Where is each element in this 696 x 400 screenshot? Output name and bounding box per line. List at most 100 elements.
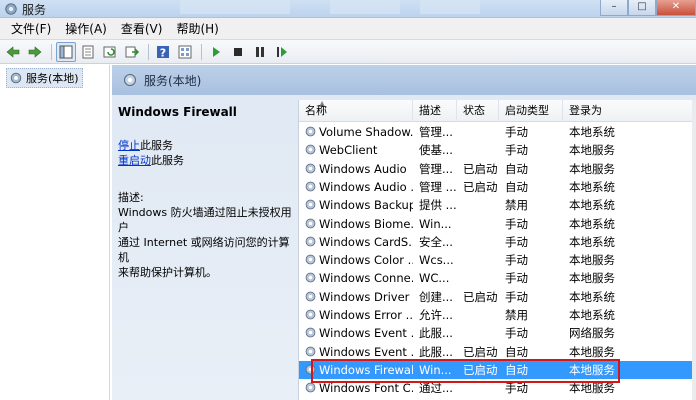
toolbar-separator [148, 43, 149, 60]
tree-node-services-local[interactable]: 服务(本地) [6, 68, 83, 88]
gear-icon [305, 181, 316, 192]
back-icon [6, 45, 20, 58]
minimize-button[interactable]: – [600, 0, 628, 16]
row-name: Windows Audio ... [319, 179, 413, 194]
background-blur [330, 0, 400, 14]
row-log-on-as: 本地服务 [569, 253, 615, 268]
table-row[interactable]: Windows Color ... Wcs... 手动 本地服务 [299, 251, 696, 269]
table-row[interactable]: Windows Biome... Win... 手动 本地系统 [299, 215, 696, 233]
row-startup-type: 自动 [505, 362, 528, 377]
table-row[interactable]: Windows Conne... WC... 手动 本地服务 [299, 269, 696, 287]
export-button[interactable] [122, 42, 142, 62]
row-log-on-as: 本地服务 [569, 344, 615, 359]
column-header-description[interactable]: 描述 [413, 100, 457, 122]
description-line: 通过 Internet 或网络访问您的计算机 [118, 236, 290, 264]
gear-icon [305, 273, 316, 283]
restart-service-link[interactable]: 重启动 [118, 154, 151, 167]
row-name: WebClient [319, 143, 378, 158]
row-startup-type: 手动 [505, 143, 528, 158]
table-row[interactable]: Volume Shadow... 管理... 手动 本地系统 [299, 123, 696, 141]
row-log-on-as: 本地服务 [569, 381, 615, 396]
row-description: 此服... [419, 344, 453, 359]
row-log-on-as: 本地服务 [569, 271, 615, 286]
row-log-on-as: 本地系统 [569, 179, 615, 194]
row-description: 管理 ... [419, 179, 457, 194]
row-description: WC... [419, 271, 450, 286]
row-description: 允许... [419, 308, 453, 322]
table-row[interactable]: WebClient 使基... 手动 本地服务 [299, 141, 696, 159]
forward-button[interactable] [25, 42, 45, 62]
gear-icon [305, 144, 316, 155]
maximize-button[interactable]: □ [628, 0, 656, 16]
table-row[interactable]: Windows Font C... 通过... 手动 本地服务 [299, 379, 696, 397]
row-status: 已启动 [463, 161, 498, 176]
svg-text:?: ? [160, 46, 166, 59]
help-icon: ? [157, 45, 169, 59]
close-button[interactable]: ✕ [656, 0, 696, 16]
row-name: Windows Driver ... [319, 289, 413, 304]
properties-button[interactable] [78, 42, 98, 62]
row-startup-type: 手动 [505, 271, 528, 286]
scrollbar[interactable] [692, 100, 696, 400]
help-button[interactable]: ? [153, 42, 173, 62]
row-startup-type: 手动 [505, 234, 528, 249]
row-log-on-as: 本地系统 [569, 308, 615, 322]
column-header-log-on-as[interactable]: 登录为 [563, 100, 696, 122]
row-log-on-as: 网络服务 [569, 326, 615, 341]
row-log-on-as: 本地系统 [569, 234, 615, 249]
row-log-on-as: 本地服务 [569, 143, 615, 158]
table-row[interactable]: Windows Event ... 此服... 手动 网络服务 [299, 324, 696, 342]
gear-icon [305, 199, 316, 210]
row-name: Windows Backup [319, 198, 413, 213]
column-header-startup-type[interactable]: 启动类型 [499, 100, 563, 122]
row-log-on-as: 本地系统 [569, 289, 615, 304]
service-description-panel: Windows Firewall 停止此服务 重启动此服务 描述: Window… [118, 105, 298, 280]
row-name: Windows Conne... [319, 271, 413, 286]
start-service-button[interactable] [206, 42, 226, 62]
toolbar-separator [201, 43, 202, 60]
menu-action[interactable]: 操作(A) [58, 20, 114, 37]
table-row[interactable]: Windows Firewall Win... 已启动 自动 本地服务 [299, 360, 696, 379]
gear-icon [305, 364, 316, 375]
gear-icon [305, 126, 316, 137]
gear-icon [305, 327, 316, 338]
refresh-button[interactable] [100, 42, 120, 62]
row-startup-type: 自动 [505, 344, 528, 359]
menu-file[interactable]: 文件(F) [4, 20, 58, 37]
row-description: 管理... [419, 125, 453, 139]
table-row[interactable]: Windows Backup 提供 ... 禁用 本地系统 [299, 196, 696, 214]
row-startup-type: 自动 [505, 179, 528, 194]
forward-icon [28, 45, 42, 58]
stop-service-link[interactable]: 停止 [118, 139, 140, 152]
gear-icon [305, 346, 316, 356]
table-row[interactable]: Windows Driver ... 创建... 已启动手动 本地系统 [299, 288, 696, 306]
row-startup-type: 禁用 [505, 308, 528, 322]
table-row[interactable]: Windows Audio 管理... 已启动 自动 本地服务 [299, 160, 696, 178]
row-startup-type: 手动 [505, 326, 528, 341]
row-name: Volume Shadow... [319, 125, 413, 139]
row-log-on-as: 本地系统 [569, 198, 615, 213]
table-row[interactable]: Windows Audio ... 管理 ... 已启动 自动 本地系统 [299, 178, 696, 196]
table-row[interactable]: Windows CardS... 安全... 手动 本地系统 [299, 233, 696, 251]
column-header-status[interactable]: 状态 [457, 100, 499, 122]
background-blur [180, 0, 290, 14]
stop-service-button[interactable] [228, 42, 248, 62]
row-description: 此服... [419, 326, 453, 341]
menu-help[interactable]: 帮助(H) [169, 20, 225, 37]
row-startup-type: 禁用 [505, 198, 528, 213]
view-button[interactable] [175, 42, 195, 62]
list-header: ▲ 名称 描述 状态 启动类型 登录为 [299, 99, 696, 122]
console-tree-button[interactable] [56, 41, 76, 62]
table-row[interactable]: Windows Error ... 允许... 禁用 本地系统 [299, 306, 696, 324]
gear-icon [305, 382, 316, 393]
tree-node-label: 服务(本地) [26, 72, 79, 85]
menu-view[interactable]: 查看(V) [114, 20, 170, 37]
panel-title: 服务(本地) [144, 73, 202, 88]
gear-icon [10, 72, 22, 84]
table-row[interactable]: Windows Event ... 此服... 已启动 自动 本地服务 [299, 343, 696, 361]
restart-service-button[interactable] [272, 42, 292, 62]
row-name: Windows Event ... [319, 326, 413, 341]
back-button[interactable] [3, 42, 23, 62]
column-header-name[interactable]: 名称 [299, 100, 413, 122]
pause-service-button[interactable] [250, 42, 270, 62]
